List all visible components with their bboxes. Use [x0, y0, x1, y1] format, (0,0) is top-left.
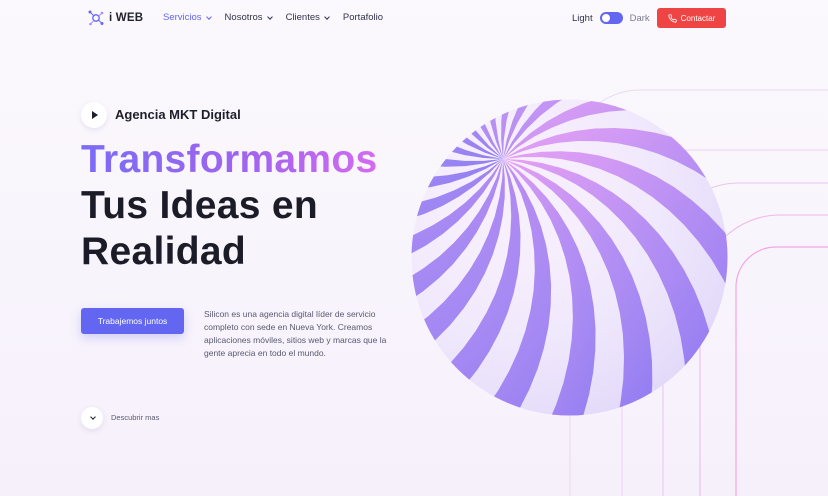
theme-light-label: Light	[572, 12, 593, 24]
hero-sphere-illustration	[411, 99, 728, 416]
play-video-button[interactable]	[81, 102, 107, 128]
hero-description: Silicon es una agencia digital líder de …	[204, 309, 387, 358]
hero-title-line-2: Tus Ideas en	[81, 184, 318, 227]
nav-item-clientes[interactable]: Clientes	[285, 12, 330, 23]
theme-dark-label: Dark	[629, 12, 650, 24]
nav-item-label: Clientes	[285, 12, 320, 23]
brand-logo[interactable]: i WEB	[87, 9, 143, 27]
nav-item-servicios[interactable]: Servicios	[163, 12, 212, 23]
network-logo-icon	[88, 10, 104, 26]
theme-switch: Light Dark	[572, 12, 650, 24]
main-menu: Servicios Nosotros Clientes Portafolio	[163, 12, 383, 23]
chevron-down-icon	[266, 13, 273, 20]
chevron-down-icon	[205, 13, 212, 20]
contact-button-label: Contactar	[680, 13, 716, 23]
brand-name: i WEB	[109, 12, 144, 24]
hero-eyebrow: Agencia MKT Digital	[115, 107, 241, 122]
scroll-down-button[interactable]	[81, 407, 103, 429]
phone-icon	[668, 13, 677, 23]
play-icon	[92, 111, 98, 119]
nav-item-portafolio[interactable]: Portafolio	[343, 12, 383, 23]
navbar: i WEB Servicios Nosotros Clientes Portaf…	[0, 0, 828, 36]
chevron-down-icon	[89, 414, 96, 420]
discover-more-link[interactable]: Descubrir mas	[111, 413, 159, 422]
chevron-down-icon	[324, 13, 330, 20]
work-together-button[interactable]: Trabajemos juntos	[81, 308, 184, 334]
hero-title-line-3: Realidad	[81, 230, 246, 273]
contact-button[interactable]: Contactar	[657, 8, 726, 28]
nav-item-label: Portafolio	[342, 12, 384, 23]
nav-item-nosotros[interactable]: Nosotros	[224, 12, 273, 23]
theme-toggle[interactable]	[599, 12, 623, 24]
nav-item-label: Nosotros	[224, 12, 263, 23]
hero-title-highlight: Transformamos	[81, 138, 378, 181]
nav-item-label: Servicios	[163, 12, 202, 23]
